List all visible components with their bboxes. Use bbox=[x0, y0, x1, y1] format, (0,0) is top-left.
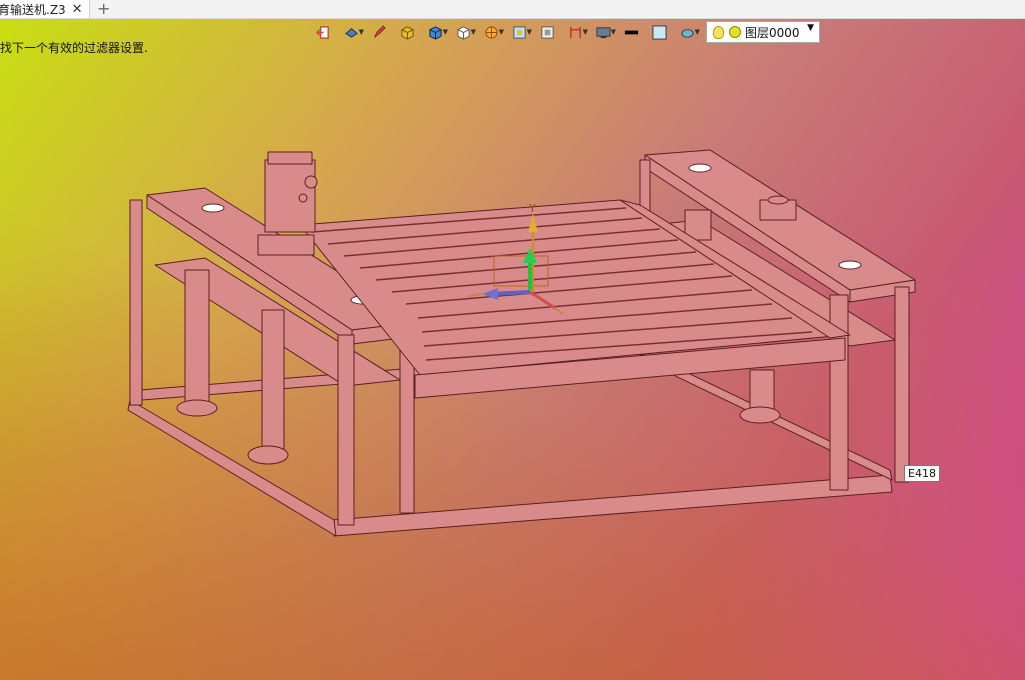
left-column-2 bbox=[261, 309, 285, 451]
bulb-icon[interactable] bbox=[713, 25, 724, 39]
plus-icon[interactable]: + bbox=[97, 0, 110, 18]
conveyor-model[interactable]: Y bbox=[0, 0, 1025, 680]
wire-cube-icon[interactable]: ▼ bbox=[450, 22, 476, 42]
render-icon[interactable]: ▼ bbox=[478, 22, 504, 42]
material-icon[interactable]: ▼ bbox=[674, 22, 700, 42]
section-icon[interactable] bbox=[534, 22, 560, 42]
chevron-down-icon[interactable]: ▼ bbox=[807, 23, 814, 33]
layer-select[interactable]: 图层0000 ▼ bbox=[706, 21, 820, 43]
right-hole-1 bbox=[688, 163, 712, 173]
left-hole-1 bbox=[201, 203, 225, 213]
entity-tooltip: E418 bbox=[904, 465, 940, 482]
left-post-1 bbox=[129, 199, 143, 406]
pen-icon[interactable] bbox=[366, 22, 392, 42]
right-post-3 bbox=[894, 286, 910, 483]
left-bearing-2 bbox=[247, 445, 289, 465]
shaded-box-icon[interactable] bbox=[394, 22, 420, 42]
motor-base bbox=[257, 234, 315, 256]
close-icon[interactable]: ✕ bbox=[72, 3, 83, 16]
left-post-2 bbox=[337, 334, 355, 526]
dimension-icon[interactable]: ▼ bbox=[562, 22, 588, 42]
left-column-1 bbox=[184, 269, 210, 406]
right-fixture-top bbox=[767, 195, 789, 205]
motor-cap bbox=[267, 151, 313, 165]
left-bearing-1 bbox=[176, 399, 218, 417]
snap-icon[interactable]: ▼ bbox=[506, 22, 532, 42]
view-icon[interactable]: ▼ bbox=[338, 22, 364, 42]
view-toolbar: ▼ ▼ ▼ ▼ ▼ ▼ ▼ ▼ 图层0000 ▼ bbox=[310, 21, 820, 43]
document-tab[interactable]: 育输送机.Z3 ✕ bbox=[0, 0, 90, 18]
exit-icon[interactable] bbox=[310, 22, 336, 42]
right-hole-2 bbox=[838, 260, 862, 270]
y-axis-label: Y bbox=[528, 202, 536, 215]
right-column-2 bbox=[749, 369, 775, 411]
layer-color-icon bbox=[729, 26, 741, 38]
line-color-icon[interactable] bbox=[618, 22, 644, 42]
cube-icon[interactable]: ▼ bbox=[422, 22, 448, 42]
layer-name: 图层0000 bbox=[745, 25, 800, 40]
tab-title: 育输送机.Z3 bbox=[0, 2, 66, 17]
status-message: 找下一个有效的过滤器设置. bbox=[0, 41, 148, 55]
base-rail-front bbox=[331, 474, 893, 537]
display-icon[interactable]: ▼ bbox=[590, 22, 616, 42]
3d-viewport[interactable]: 育输送机.Z3 ✕ + 找下一个有效的过滤器设置. ▼ ▼ ▼ ▼ ▼ ▼ ▼ … bbox=[0, 0, 1025, 680]
base-rail-left bbox=[127, 399, 337, 537]
motor-body bbox=[264, 159, 316, 233]
fill-color-icon[interactable] bbox=[646, 22, 672, 42]
tab-bar: 育输送机.Z3 ✕ + bbox=[0, 0, 1025, 19]
right-bearing bbox=[739, 406, 781, 424]
motor-knob bbox=[304, 175, 318, 189]
motor-connector bbox=[298, 193, 308, 203]
